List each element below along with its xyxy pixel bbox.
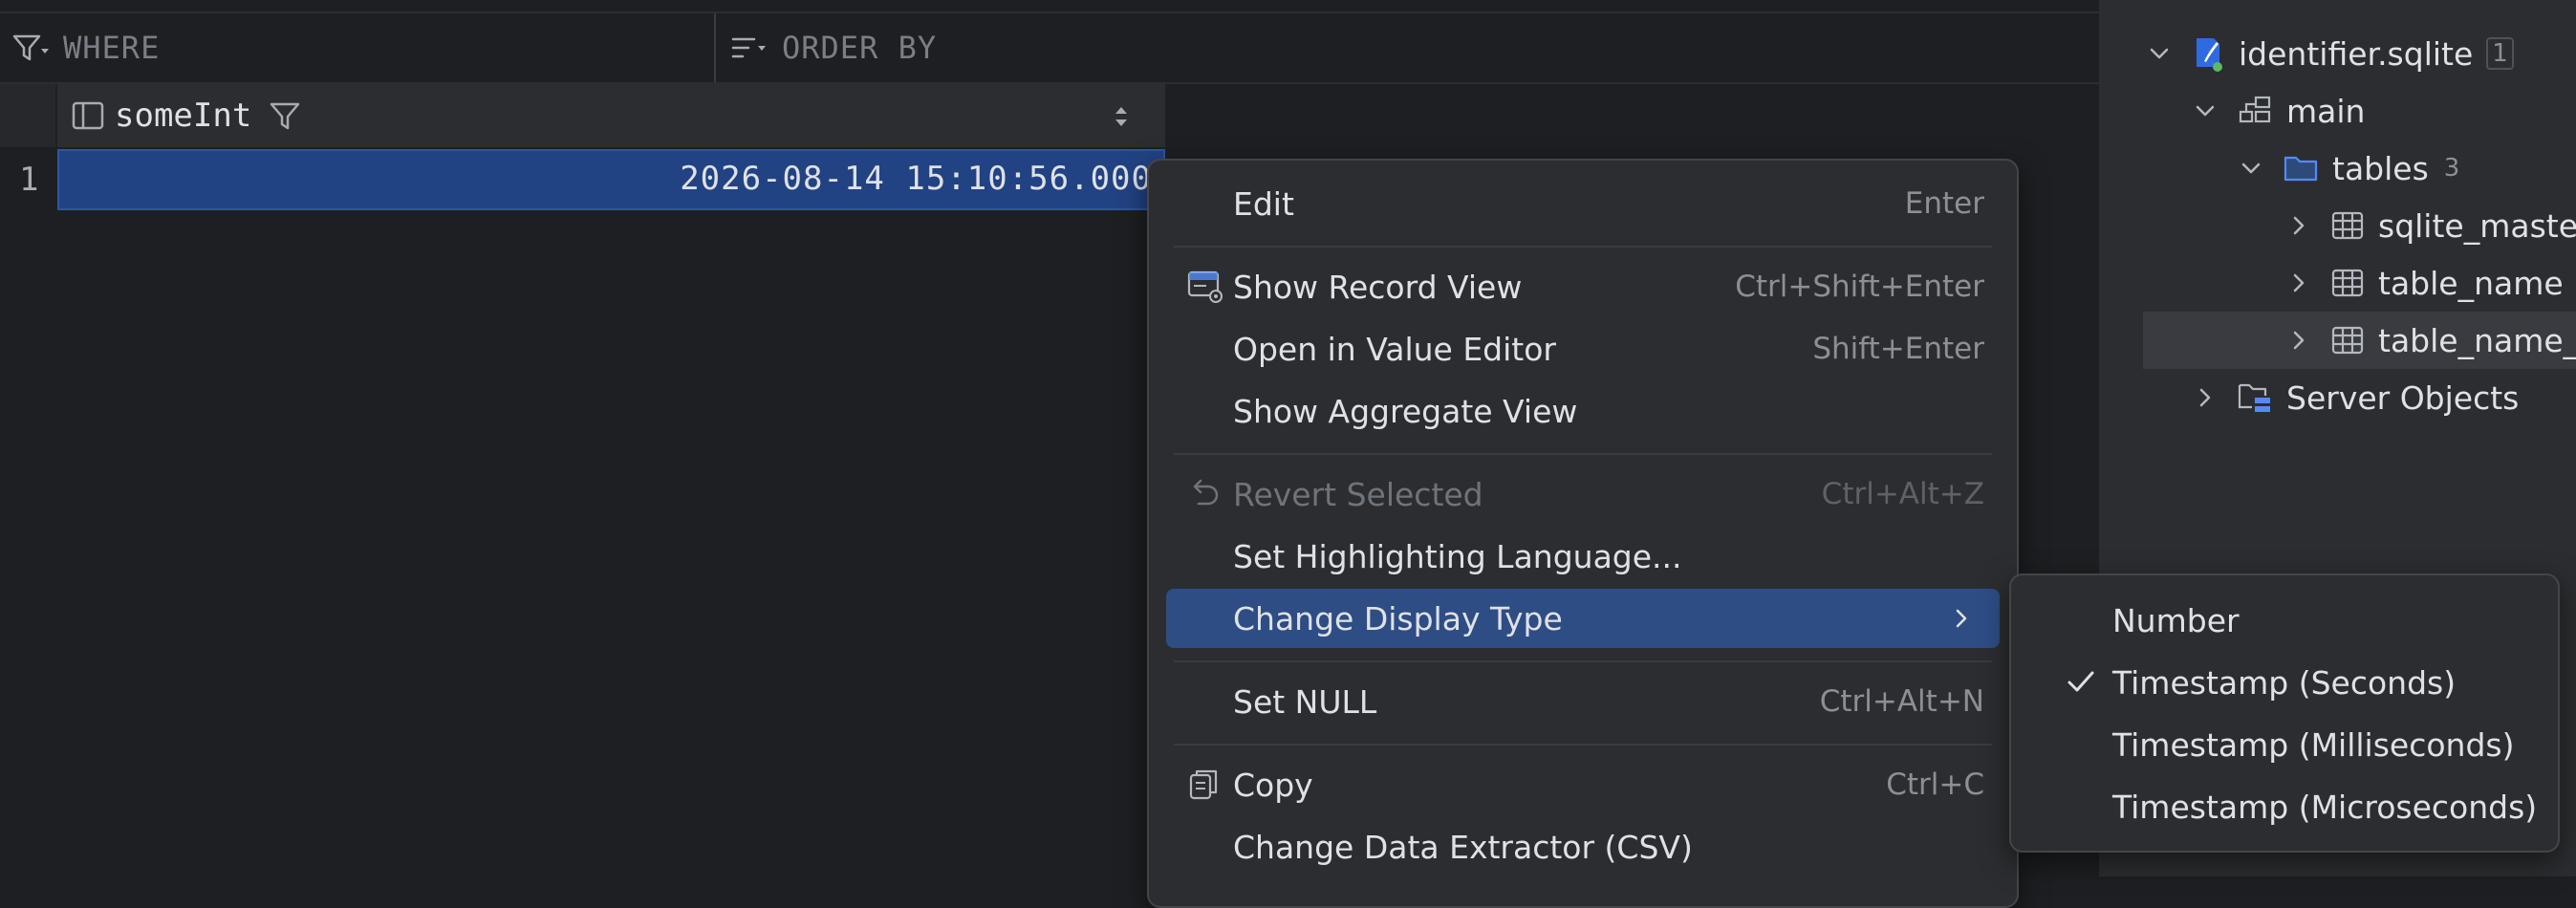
submenu-item-label: Timestamp (Milliseconds)	[2112, 725, 2515, 764]
chevron-down-icon[interactable]	[2193, 98, 2218, 123]
menu-item-shortcut: Ctrl+Shift+Enter	[1735, 270, 1984, 304]
where-filter[interactable]: WHERE	[11, 13, 716, 82]
menu-item-show-record-view[interactable]: Show Record View Ctrl+Shift+Enter	[1166, 257, 2000, 316]
menu-separator	[1174, 246, 1992, 248]
tree-item-table[interactable]: table_name	[2114, 254, 2576, 312]
record-view-icon	[1187, 270, 1223, 304]
chevron-right-icon[interactable]	[2193, 385, 2218, 410]
order-by-filter[interactable]: ORDER BY	[730, 13, 1304, 82]
menu-item-label: Copy	[1233, 766, 1313, 804]
submenu-item-label: Timestamp (Microseconds)	[2112, 788, 2538, 826]
table-icon	[2330, 210, 2365, 241]
editor-top-border	[0, 0, 2099, 13]
table-count: 3	[2443, 154, 2460, 183]
tree-item-label: tables	[2332, 149, 2429, 187]
tree-item-label: sqlite_master	[2378, 206, 2576, 245]
submenu-item-label: Timestamp (Seconds)	[2112, 663, 2457, 702]
menu-item-label: Change Data Extractor (CSV)	[1233, 828, 1693, 866]
menu-item-edit[interactable]: Edit Enter	[1166, 174, 2000, 233]
menu-separator	[1174, 453, 1992, 455]
tree-item-table[interactable]: sqlite_master	[2114, 197, 2576, 254]
submenu-item-timestamp-microseconds[interactable]: Timestamp (Microseconds)	[2026, 777, 2543, 836]
menu-item-label: Show Aggregate View	[1233, 392, 1578, 430]
menu-separator	[1174, 660, 1992, 662]
checkmark-icon	[2065, 666, 2097, 699]
submenu-item-label: Number	[2112, 601, 2240, 639]
tree-item-schema-main[interactable]: main	[2114, 82, 2576, 140]
context-menu: Edit Enter Show Record View Ctrl+Shift+E…	[1147, 159, 2019, 908]
column-name: someInt	[115, 97, 252, 135]
menu-item-shortcut: Ctrl+Alt+Z	[1821, 477, 1984, 511]
menu-item-copy[interactable]: Copy Ctrl+C	[1166, 755, 2000, 814]
table-icon	[2330, 325, 2365, 356]
submenu-item-number[interactable]: Number	[2026, 591, 2543, 650]
menu-item-change-data-extractor[interactable]: Change Data Extractor (CSV)	[1166, 817, 2000, 876]
menu-item-shortcut: Shift+Enter	[1812, 332, 1984, 366]
menu-item-label: Edit	[1233, 184, 1294, 223]
grid-header: someInt	[0, 84, 1165, 149]
selected-cell[interactable]: 2026-08-14 15:10:56.000	[57, 149, 1165, 210]
order-by-label: ORDER BY	[782, 30, 938, 66]
sort-dropdown-icon[interactable]	[730, 32, 770, 64]
chevron-right-icon[interactable]	[2286, 328, 2311, 353]
sort-toggle-icon[interactable]	[1112, 103, 1131, 130]
menu-item-open-value-editor[interactable]: Open in Value Editor Shift+Enter	[1166, 319, 2000, 378]
chevron-right-icon[interactable]	[2286, 270, 2311, 295]
menu-item-label: Set Highlighting Language...	[1233, 537, 1682, 575]
menu-separator	[1174, 744, 1992, 746]
filter-bar: WHERE ORDER BY	[0, 13, 2099, 84]
folder-icon	[2283, 153, 2319, 184]
display-type-submenu: Number Timestamp (Seconds) Timestamp (Mi…	[2009, 573, 2560, 853]
column-filter-icon[interactable]	[269, 99, 301, 132]
menu-item-shortcut: Ctrl+Alt+N	[1819, 684, 1984, 719]
chevron-down-icon[interactable]	[2239, 156, 2263, 181]
session-count-badge: 1	[2486, 37, 2514, 70]
server-objects-icon	[2237, 380, 2273, 415]
copy-icon	[1187, 767, 1222, 802]
menu-item-set-highlighting-language[interactable]: Set Highlighting Language...	[1166, 527, 2000, 586]
submenu-item-timestamp-milliseconds[interactable]: Timestamp (Milliseconds)	[2026, 715, 2543, 774]
table-row[interactable]: 1 2026-08-14 15:10:56.000	[0, 149, 1165, 210]
where-label: WHERE	[63, 30, 161, 66]
tree-item-label: main	[2286, 92, 2366, 130]
menu-item-label: Revert Selected	[1233, 475, 1483, 513]
row-number-header[interactable]	[0, 84, 57, 147]
tree-item-label: table_name_2	[2378, 321, 2576, 359]
column-icon	[71, 99, 105, 132]
tree-item-tables-folder[interactable]: tables 3	[2114, 140, 2576, 197]
tree-item-database[interactable]: identifier.sqlite 1	[2114, 25, 2576, 82]
table-icon	[2330, 268, 2365, 298]
submenu-item-timestamp-seconds[interactable]: Timestamp (Seconds)	[2026, 653, 2543, 712]
menu-item-show-aggregate-view[interactable]: Show Aggregate View	[1166, 381, 2000, 441]
tree-item-label: identifier.sqlite	[2239, 34, 2474, 73]
menu-item-shortcut: Ctrl+C	[1886, 767, 1984, 802]
tree-item-label: Server Objects	[2286, 378, 2520, 417]
tree-item-server-objects[interactable]: Server Objects	[2114, 369, 2576, 426]
menu-item-revert-selected: Revert Selected Ctrl+Alt+Z	[1166, 465, 2000, 524]
chevron-right-icon[interactable]	[2286, 213, 2311, 238]
chevron-down-icon[interactable]	[2147, 41, 2172, 66]
menu-item-label: Show Record View	[1233, 268, 1523, 306]
tree-item-label: table_name	[2378, 264, 2564, 302]
tree-item-table-selected[interactable]: table_name_2	[2143, 312, 2576, 369]
menu-item-change-display-type[interactable]: Change Display Type	[1166, 589, 2000, 648]
sqlite-database-icon	[2191, 34, 2225, 73]
chevron-right-icon	[1950, 606, 1973, 631]
undo-icon	[1187, 477, 1222, 511]
schema-icon	[2237, 95, 2273, 127]
menu-item-label: Set NULL	[1233, 682, 1377, 721]
menu-item-shortcut: Enter	[1904, 186, 1984, 221]
filter-dropdown-icon[interactable]	[11, 32, 52, 64]
row-number[interactable]: 1	[0, 149, 55, 210]
column-header-someint[interactable]: someInt	[59, 84, 1163, 147]
menu-item-label: Open in Value Editor	[1233, 330, 1556, 368]
menu-item-set-null[interactable]: Set NULL Ctrl+Alt+N	[1166, 672, 2000, 731]
menu-item-label: Change Display Type	[1233, 599, 1563, 638]
